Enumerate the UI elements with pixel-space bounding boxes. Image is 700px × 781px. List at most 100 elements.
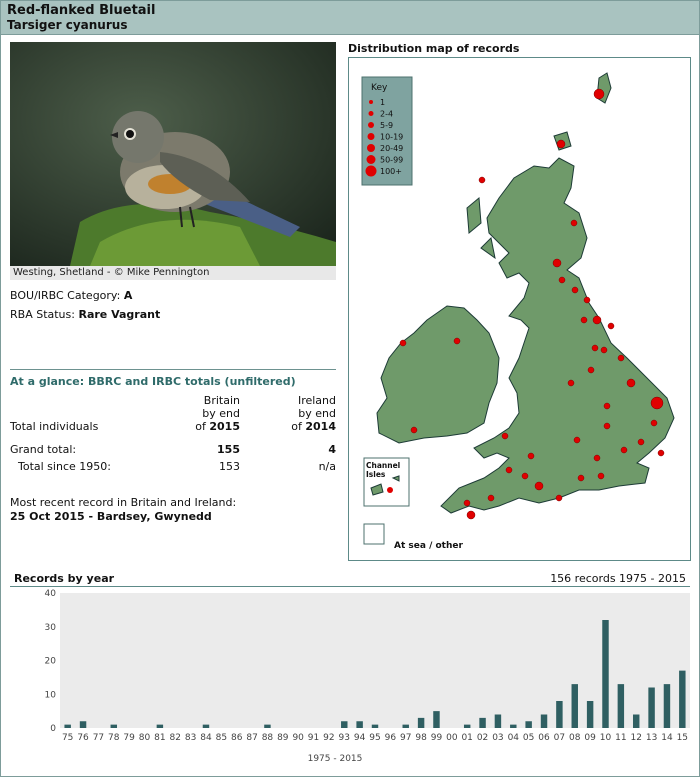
record-dot-humber bbox=[617, 354, 625, 362]
record-dot-lothian bbox=[558, 276, 566, 284]
record-dot-north-norfolk bbox=[650, 396, 664, 410]
chart-x-tick-label: 05 bbox=[523, 733, 534, 743]
record-dot-shetland bbox=[593, 88, 605, 100]
chart-bar bbox=[525, 721, 532, 728]
since-1950-ireland: n/a bbox=[318, 460, 336, 473]
total-individuals-label: Total individuals bbox=[10, 420, 99, 433]
chart-bar bbox=[556, 701, 563, 728]
hebrides-islands bbox=[466, 196, 482, 235]
chart-x-tick-label: 82 bbox=[170, 733, 181, 743]
bird-photo-image bbox=[10, 42, 336, 266]
record-dot-tyne bbox=[583, 296, 591, 304]
chart-bar bbox=[79, 721, 87, 728]
record-dot-gwynedd bbox=[527, 452, 535, 460]
record-dot-cornwall bbox=[463, 499, 471, 507]
map-key-dot bbox=[368, 122, 374, 128]
chart-bar bbox=[494, 714, 502, 728]
chart-x-tick-label: 89 bbox=[277, 733, 289, 743]
chart-bar bbox=[571, 684, 578, 728]
chart-bar bbox=[110, 724, 118, 728]
record-dot-scilly bbox=[466, 510, 476, 520]
map-key-label: 1 bbox=[380, 98, 385, 107]
record-dot-surrey bbox=[597, 472, 605, 480]
chart-x-tick-label: 87 bbox=[246, 733, 257, 743]
grand-total-ireland: 4 bbox=[328, 443, 336, 456]
record-dot-east-yorks bbox=[600, 346, 608, 354]
bou-category-value: A bbox=[123, 289, 133, 302]
chart-x-tick-label: 83 bbox=[185, 733, 196, 743]
glance-title: At a glance: BBRC and IRBC totals (unfil… bbox=[10, 375, 296, 388]
record-dot-aberdeenshire bbox=[570, 219, 578, 227]
since-1950-britain: 153 bbox=[219, 460, 240, 473]
map-key-title: Key bbox=[371, 83, 388, 93]
record-dot-devon bbox=[487, 494, 495, 502]
britain-header-line3: of 2015 bbox=[180, 420, 240, 433]
since-1950-label: Total since 1950: bbox=[18, 460, 111, 473]
record-dot-kent bbox=[657, 449, 665, 457]
chart-x-tick-label: 04 bbox=[508, 733, 520, 743]
chart-x-tick-label: 14 bbox=[661, 733, 673, 743]
record-dot-suffolk bbox=[650, 419, 658, 427]
record-dot-lincs-coast bbox=[626, 378, 636, 388]
chart-x-tick-label: 79 bbox=[123, 733, 135, 743]
glance-divider bbox=[10, 369, 336, 370]
chart-x-tick-label: 15 bbox=[677, 733, 688, 743]
chart-x-tick-label: 11 bbox=[615, 733, 626, 743]
chart-x-tick-label: 97 bbox=[400, 733, 411, 743]
recent-record-label: Most recent record in Britain and Irelan… bbox=[10, 496, 237, 509]
chart-x-tick-label: 90 bbox=[292, 733, 304, 743]
ireland-landmass bbox=[376, 305, 500, 444]
map-key: Key 1 2-4 5-9 10-19 20-49 50-99 100+ bbox=[361, 76, 413, 186]
channel-isles-label-2: Isles bbox=[366, 470, 386, 479]
chart-x-tick-label: 81 bbox=[154, 733, 165, 743]
chart-x-tick-label: 88 bbox=[262, 733, 274, 743]
record-dot-cambs bbox=[603, 422, 611, 430]
inner-hebrides bbox=[480, 236, 496, 260]
map-key-label: 20-49 bbox=[380, 144, 403, 153]
record-dot-somerset bbox=[521, 472, 529, 480]
chart-x-tick-label: 94 bbox=[354, 733, 366, 743]
chart-x-tick-label: 12 bbox=[630, 733, 641, 743]
chart-x-tick-label: 86 bbox=[231, 733, 243, 743]
chart-bar bbox=[202, 724, 210, 728]
at-sea-key: At sea / other bbox=[363, 523, 463, 551]
chart-x-tick-label: 03 bbox=[492, 733, 503, 743]
chart-x-axis-label: 1975 - 2015 bbox=[308, 754, 363, 764]
chart-bar bbox=[264, 724, 271, 728]
at-sea-label: At sea / other bbox=[394, 541, 463, 551]
record-dot-oxon bbox=[593, 454, 601, 462]
record-dot-norfolk bbox=[603, 402, 611, 410]
record-dot-yorkshire bbox=[592, 315, 602, 325]
map-key-label: 5-9 bbox=[380, 121, 393, 130]
chart-x-tick-label: 75 bbox=[62, 733, 73, 743]
ireland-header-line3: of 2014 bbox=[276, 420, 336, 433]
recent-record-value: 25 Oct 2015 - Bardsey, Gwynedd bbox=[10, 510, 212, 523]
chart-x-tick-label: 00 bbox=[446, 733, 458, 743]
chart-x-tick-label: 84 bbox=[200, 733, 212, 743]
records-count: 156 records 1975 - 2015 bbox=[550, 572, 686, 585]
chart-x-tick-label: 92 bbox=[323, 733, 334, 743]
distribution-map[interactable]: Key 1 2-4 5-9 10-19 20-49 50-99 100+ Channel I… bbox=[348, 57, 691, 561]
chart-bar bbox=[433, 711, 440, 728]
chart-bar bbox=[371, 724, 379, 728]
chart-y-tick-label: 20 bbox=[45, 657, 57, 667]
chart-x-tick-label: 99 bbox=[431, 733, 443, 743]
map-key-dot bbox=[367, 133, 375, 140]
record-dot-ireland-south bbox=[410, 426, 418, 434]
chart-x-tick-label: 07 bbox=[554, 733, 565, 743]
britain-header-line1: Britain bbox=[203, 394, 240, 407]
chart-y-tick-label: 30 bbox=[45, 623, 57, 633]
species-scientific-name: Tarsiger cyanurus bbox=[7, 18, 128, 32]
chart-bar bbox=[510, 724, 517, 728]
bou-category-label: BOU/IRBC Category: bbox=[10, 289, 121, 302]
record-dot-fife bbox=[552, 258, 562, 268]
chart-bar bbox=[341, 721, 348, 728]
chart-y-tick-label: 40 bbox=[45, 589, 57, 599]
chart-bar bbox=[540, 714, 548, 728]
bird-photo[interactable] bbox=[10, 42, 336, 266]
britain-header-year: 2015 bbox=[209, 420, 240, 433]
chart-y-tick-label: 0 bbox=[50, 724, 56, 734]
map-key-dot bbox=[369, 100, 373, 104]
grand-total-label: Grand total: bbox=[10, 443, 77, 456]
chart-x-tick-label: 85 bbox=[216, 733, 227, 743]
